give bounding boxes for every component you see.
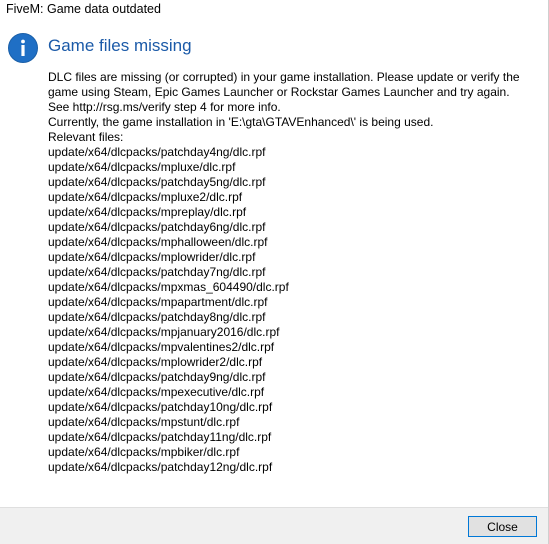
file-item: update/x64/dlcpacks/patchday5ng/dlc.rpf <box>48 175 266 189</box>
message-dialog: FiveM: Game data outdated Game files mis… <box>0 0 549 544</box>
close-button[interactable]: Close <box>468 516 537 537</box>
relevant-files-list: update/x64/dlcpacks/patchday4ng/dlc.rpf … <box>48 145 526 475</box>
file-item: update/x64/dlcpacks/patchday9ng/dlc.rpf <box>48 370 266 384</box>
message-body: DLC files are missing (or corrupted) in … <box>48 70 526 475</box>
file-item: update/x64/dlcpacks/patchday6ng/dlc.rpf <box>48 220 266 234</box>
file-item: update/x64/dlcpacks/mpexecutive/dlc.rpf <box>48 385 265 399</box>
window-title: FiveM: Game data outdated <box>6 2 161 16</box>
dialog-heading: Game files missing <box>48 36 192 55</box>
file-item: update/x64/dlcpacks/mpluxe2/dlc.rpf <box>48 190 243 204</box>
file-item: update/x64/dlcpacks/mpbiker/dlc.rpf <box>48 445 240 459</box>
file-item: update/x64/dlcpacks/patchday8ng/dlc.rpf <box>48 310 266 324</box>
file-item: update/x64/dlcpacks/mpjanuary2016/dlc.rp… <box>48 325 280 339</box>
title-bar[interactable]: FiveM: Game data outdated <box>0 0 548 22</box>
file-item: update/x64/dlcpacks/mplowrider/dlc.rpf <box>48 250 256 264</box>
file-item: update/x64/dlcpacks/mpreplay/dlc.rpf <box>48 205 247 219</box>
info-icon <box>8 33 38 63</box>
file-item: update/x64/dlcpacks/mpvalentines2/dlc.rp… <box>48 340 275 354</box>
file-item: update/x64/dlcpacks/mplowrider2/dlc.rpf <box>48 355 263 369</box>
file-item: update/x64/dlcpacks/mpxmas_604490/dlc.rp… <box>48 280 289 294</box>
file-item: update/x64/dlcpacks/mpstunt/dlc.rpf <box>48 415 240 429</box>
file-item: update/x64/dlcpacks/patchday7ng/dlc.rpf <box>48 265 266 279</box>
file-item: update/x64/dlcpacks/mphalloween/dlc.rpf <box>48 235 268 249</box>
dialog-content: Game files missing DLC files are missing… <box>0 22 548 507</box>
dialog-footer: Close <box>0 507 548 544</box>
file-item: update/x64/dlcpacks/patchday10ng/dlc.rpf <box>48 400 273 414</box>
message-paragraph-1: DLC files are missing (or corrupted) in … <box>48 70 520 114</box>
relevant-files-label: Relevant files: <box>48 130 124 144</box>
file-item: update/x64/dlcpacks/patchday11ng/dlc.rpf <box>48 430 272 444</box>
file-item: update/x64/dlcpacks/mpapartment/dlc.rpf <box>48 295 268 309</box>
message-paragraph-2: Currently, the game installation in 'E:\… <box>48 115 434 129</box>
file-item: update/x64/dlcpacks/mpluxe/dlc.rpf <box>48 160 236 174</box>
file-item: update/x64/dlcpacks/patchday12ng/dlc.rpf <box>48 460 273 474</box>
file-item: update/x64/dlcpacks/patchday4ng/dlc.rpf <box>48 145 266 159</box>
